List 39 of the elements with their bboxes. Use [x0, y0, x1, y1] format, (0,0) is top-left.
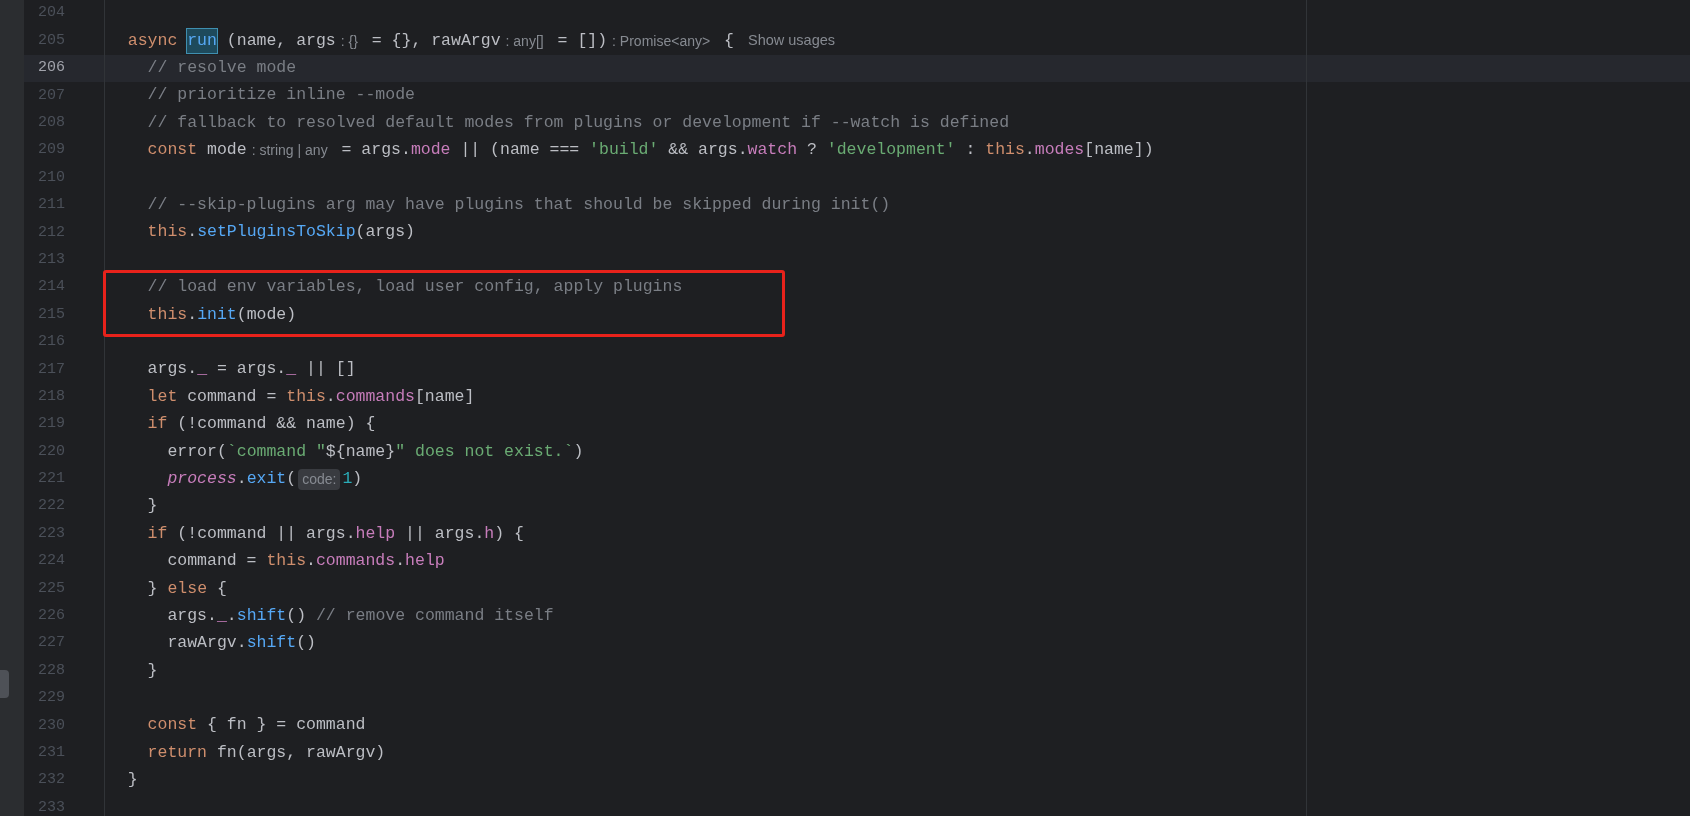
code-text: // fallback to resolved default modes from plugins or development if --watch is defined — [146, 111, 1010, 134]
code-text: 1) — [342, 467, 363, 490]
code-text: = []) — [556, 29, 608, 52]
code-text: const mode — [146, 139, 247, 162]
code-text: // resolve mode — [146, 57, 297, 80]
code-text: this.setPluginsToSkip(args) — [146, 221, 415, 244]
code-text: let command = this.commands[name] — [146, 385, 475, 408]
code-text: args._.shift() // remove command itself — [166, 604, 554, 627]
inlay-hint: : Promise<any> — [612, 31, 711, 51]
code-text: process.exit( — [166, 467, 297, 490]
code-text: this.init(mode) — [146, 303, 297, 326]
code-text: // prioritize inline --mode — [146, 84, 415, 107]
code-text: } else { — [146, 577, 227, 600]
inlay-hint: : any[] — [505, 31, 544, 51]
code-text: rawArgv.shift() — [166, 632, 316, 655]
code-text: } — [126, 769, 138, 792]
code-text: // load env variables, load user config, apply plugins — [146, 276, 683, 299]
scroll-thumb[interactable] — [0, 670, 9, 698]
code-text: = args.mode || (name === 'build' && args.watch ? 'development' : this.modes[name]) — [340, 139, 1154, 162]
code-text: async — [126, 29, 179, 52]
code-text: command = this.commands.help — [166, 550, 445, 573]
inlay-hint: : string | any — [251, 141, 328, 161]
line-number: 206 — [37, 58, 65, 79]
code-text: (name, args — [225, 29, 336, 52]
highlighted-identifier: run — [187, 28, 217, 54]
code-text: return fn(args, rawArgv) — [146, 741, 386, 764]
parameter-hint: code: — [298, 468, 341, 490]
code-text: } — [146, 659, 158, 682]
code-text: // --skip-plugins arg may have plugins that should be skipped during init() — [146, 194, 891, 217]
code-text: { — [723, 29, 734, 52]
code-text: if (!command || args.help || args.h) { — [146, 522, 524, 545]
code-text: args._ = args._ || [] — [146, 358, 356, 381]
inlay-hint: : {} — [340, 31, 358, 51]
code-text: if (!command && name) { — [146, 413, 376, 436]
code-text: error(`command "${name}" does not exist.`) — [166, 440, 584, 463]
show-usages-link[interactable]: Show usages — [747, 30, 836, 52]
code-text: const { fn } = command — [146, 714, 366, 737]
code-text: = {}, rawArgv — [370, 29, 501, 52]
code-text: } — [146, 495, 158, 518]
